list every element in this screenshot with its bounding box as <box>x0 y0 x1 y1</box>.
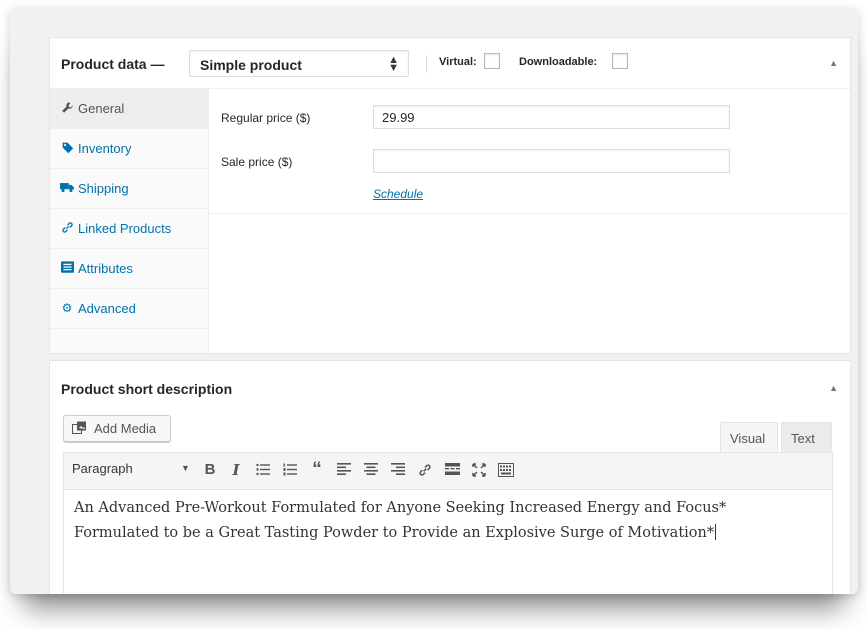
editor-content[interactable]: An Advanced Pre-Workout Formulated for A… <box>63 489 833 594</box>
tab-inventory[interactable]: Inventory <box>50 129 208 169</box>
regular-price-input[interactable]: 29.99 <box>373 105 730 129</box>
keyboard-icon[interactable] <box>496 460 516 480</box>
short-description-panel: Product short description ▲ Add Media Vi… <box>49 360 851 594</box>
tab-attributes-label: Attributes <box>78 261 133 276</box>
product-data-tabs: General Inventory Shipping Linked Produc… <box>50 89 209 353</box>
tab-shipping-label: Shipping <box>78 181 129 196</box>
tab-text[interactable]: Text <box>781 422 832 452</box>
product-data-title: Product data — <box>61 56 165 72</box>
numbered-list-icon[interactable] <box>280 460 300 480</box>
tab-linked-products[interactable]: Linked Products <box>50 209 208 249</box>
select-arrows-icon: ▲ ▼ <box>388 54 399 74</box>
screenshot-frame: Product data — Simple product ▲ ▼ Virtual… <box>10 8 858 594</box>
sale-price-label: Sale price ($) <box>221 155 293 169</box>
add-media-label: Add Media <box>94 421 157 436</box>
virtual-checkbox[interactable] <box>484 53 500 69</box>
tab-linked-products-label: Linked Products <box>78 221 172 236</box>
general-options: Regular price ($) 29.99 Sale price ($) S… <box>209 89 850 214</box>
header-divider <box>426 55 427 73</box>
product-data-header: Product data — Simple product ▲ ▼ Virtual… <box>50 38 850 89</box>
tab-inventory-label: Inventory <box>78 141 132 156</box>
content-line-2-text: Formulated to be a Great Tasting Powder … <box>74 525 715 541</box>
truck-icon <box>60 181 74 195</box>
tab-advanced-label: Advanced <box>78 301 136 316</box>
fullscreen-icon[interactable] <box>469 460 489 480</box>
downloadable-label: Downloadable: <box>519 56 598 68</box>
tab-visual[interactable]: Visual <box>720 422 778 452</box>
content-line-2: Formulated to be a Great Tasting Powder … <box>74 524 717 541</box>
media-icon <box>72 421 88 435</box>
downloadable-checkbox[interactable] <box>612 53 628 69</box>
tag-icon <box>60 141 74 155</box>
product-data-panel: Product data — Simple product ▲ ▼ Virtual… <box>49 37 851 354</box>
virtual-label: Virtual: <box>439 56 477 68</box>
product-type-select[interactable]: Simple product ▲ ▼ <box>189 50 409 77</box>
sale-price-input[interactable] <box>373 149 730 173</box>
align-right-icon[interactable] <box>388 460 408 480</box>
bullet-list-icon[interactable] <box>253 460 273 480</box>
italic-icon[interactable]: I <box>226 460 246 480</box>
tab-attributes[interactable]: Attributes <box>50 249 208 289</box>
link-icon[interactable] <box>415 460 435 480</box>
read-more-icon[interactable] <box>442 460 462 480</box>
bold-icon[interactable]: B <box>200 460 220 480</box>
tab-general[interactable]: General <box>50 89 208 129</box>
link-icon <box>60 221 74 235</box>
tab-advanced[interactable]: ⚙ Advanced <box>50 289 208 329</box>
tab-general-label: General <box>78 101 125 116</box>
collapse-toggle-icon[interactable]: ▲ <box>829 58 838 68</box>
product-type-value: Simple product <box>200 57 302 73</box>
wrench-icon <box>60 101 74 115</box>
regular-price-label: Regular price ($) <box>221 111 311 125</box>
add-media-button[interactable]: Add Media <box>63 415 171 442</box>
format-select[interactable]: Paragraph <box>72 461 133 476</box>
align-center-icon[interactable] <box>361 460 381 480</box>
regular-price-value: 29.99 <box>382 110 415 125</box>
schedule-link[interactable]: Schedule <box>373 187 423 201</box>
chevron-down-icon: ▼ <box>181 463 190 473</box>
short-description-title: Product short description <box>61 381 233 397</box>
blockquote-icon[interactable]: “ <box>307 460 327 480</box>
tab-shipping[interactable]: Shipping <box>50 169 208 209</box>
text-caret <box>715 524 717 540</box>
gear-icon: ⚙ <box>61 301 73 315</box>
editor-toolbar: Paragraph ▼ B I “ <box>63 452 833 490</box>
collapse-toggle-icon[interactable]: ▲ <box>829 383 838 393</box>
list-icon <box>60 261 74 275</box>
align-left-icon[interactable] <box>334 460 354 480</box>
content-line-1: An Advanced Pre-Workout Formulated for A… <box>74 500 727 516</box>
